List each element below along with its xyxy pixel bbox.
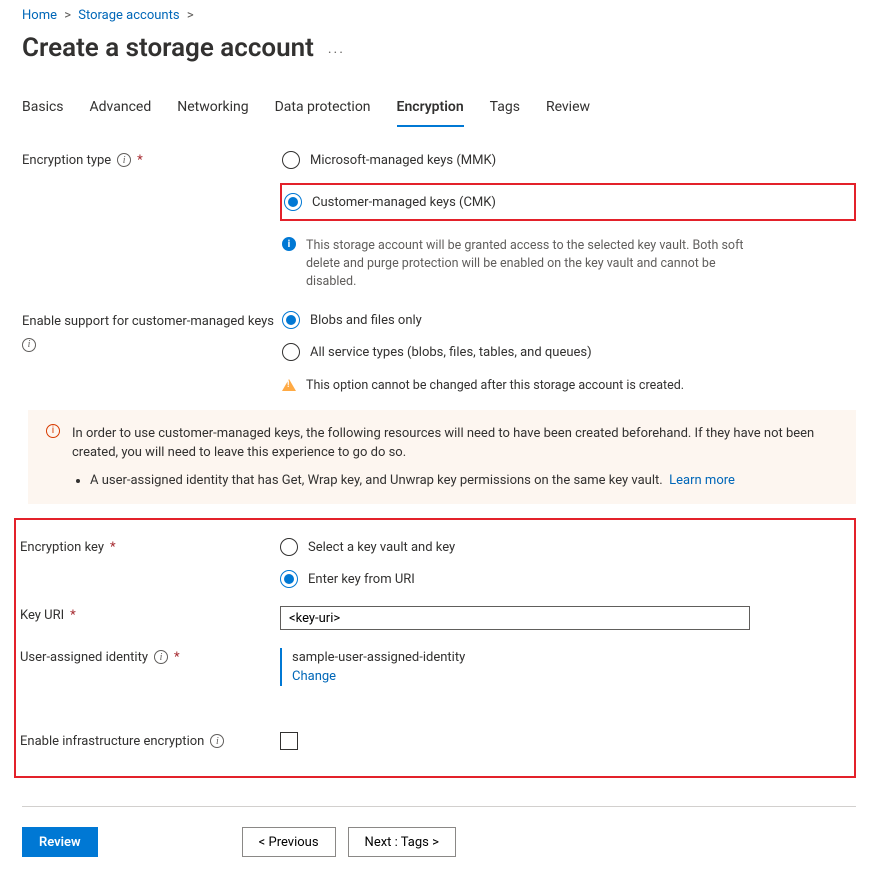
breadcrumb-home[interactable]: Home [22,8,57,23]
cmk-helper-text: This storage account will be granted acc… [306,237,746,291]
page-title: Create a storage account [22,33,314,63]
required-indicator: * [174,650,180,665]
tab-review[interactable]: Review [546,93,590,127]
encryption-type-label: Encryption type [22,153,111,168]
highlight-key-section: Encryption key * Select a key vault and … [14,518,856,778]
radio-mmk[interactable]: Microsoft-managed keys (MMK) [282,151,856,169]
key-uri-input[interactable] [280,606,750,630]
next-button[interactable]: Next : Tags > [348,827,456,857]
cmk-support-label: Enable support for customer-managed keys [22,313,274,331]
review-button[interactable]: Review [22,827,98,857]
required-indicator: * [137,153,143,168]
infra-encryption-label: Enable infrastructure encryption [20,734,204,749]
key-uri-label: Key URI [20,608,64,623]
tab-data-protection[interactable]: Data protection [275,93,371,127]
chevron-right-icon: > [183,8,198,23]
radio-blobs-files[interactable]: Blobs and files only [282,311,856,329]
required-indicator: * [70,608,76,623]
info-icon[interactable]: i [22,338,36,352]
radio-enter-uri[interactable]: Enter key from URI [280,570,842,588]
info-icon: i [282,237,296,251]
tab-networking[interactable]: Networking [177,93,248,127]
radio-select-keyvault[interactable]: Select a key vault and key [280,538,842,556]
previous-button[interactable]: < Previous [242,827,336,857]
infra-encryption-checkbox[interactable] [280,732,298,750]
encryption-key-label: Encryption key [20,540,104,555]
radio-all-services[interactable]: All service types (blobs, files, tables,… [282,343,856,361]
required-indicator: * [110,540,116,555]
tabs: Basics Advanced Networking Data protecti… [22,93,856,127]
info-icon[interactable]: i [117,153,131,167]
warning-icon [282,379,296,391]
more-icon[interactable]: ··· [328,39,345,61]
radio-all-services-label: All service types (blobs, files, tables,… [310,345,592,360]
breadcrumb: Home > Storage accounts > [22,4,856,33]
notice-bullet: A user-assigned identity that has Get, W… [90,473,663,488]
info-icon[interactable]: i [154,650,168,664]
tab-advanced[interactable]: Advanced [90,93,152,127]
change-identity-link[interactable]: Change [292,669,832,684]
radio-enter-uri-label: Enter key from URI [308,572,415,587]
tab-encryption[interactable]: Encryption [397,93,464,127]
identity-value: sample-user-assigned-identity [292,650,832,665]
radio-cmk-label: Customer-managed keys (CMK) [312,195,496,210]
tab-basics[interactable]: Basics [22,93,64,127]
highlight-cmk-option: Customer-managed keys (CMK) [280,183,856,221]
info-icon[interactable]: i [210,734,224,748]
info-icon: i [46,424,60,438]
chevron-right-icon: > [60,8,75,23]
footer-buttons: Review < Previous Next : Tags > [22,827,856,857]
notice-intro: In order to use customer-managed keys, t… [72,426,814,461]
tab-tags[interactable]: Tags [490,93,520,127]
learn-more-link[interactable]: Learn more [669,473,735,488]
breadcrumb-storage-accounts[interactable]: Storage accounts [78,8,179,23]
cmk-support-warning: This option cannot be changed after this… [306,377,684,395]
user-assigned-identity-label: User-assigned identity [20,650,148,665]
radio-blobs-files-label: Blobs and files only [310,313,422,328]
radio-cmk[interactable]: Customer-managed keys (CMK) [282,193,496,211]
divider [22,806,856,807]
radio-mmk-label: Microsoft-managed keys (MMK) [310,153,496,168]
radio-select-keyvault-label: Select a key vault and key [308,540,455,555]
prerequisite-notice: i In order to use customer-managed keys,… [28,410,856,505]
